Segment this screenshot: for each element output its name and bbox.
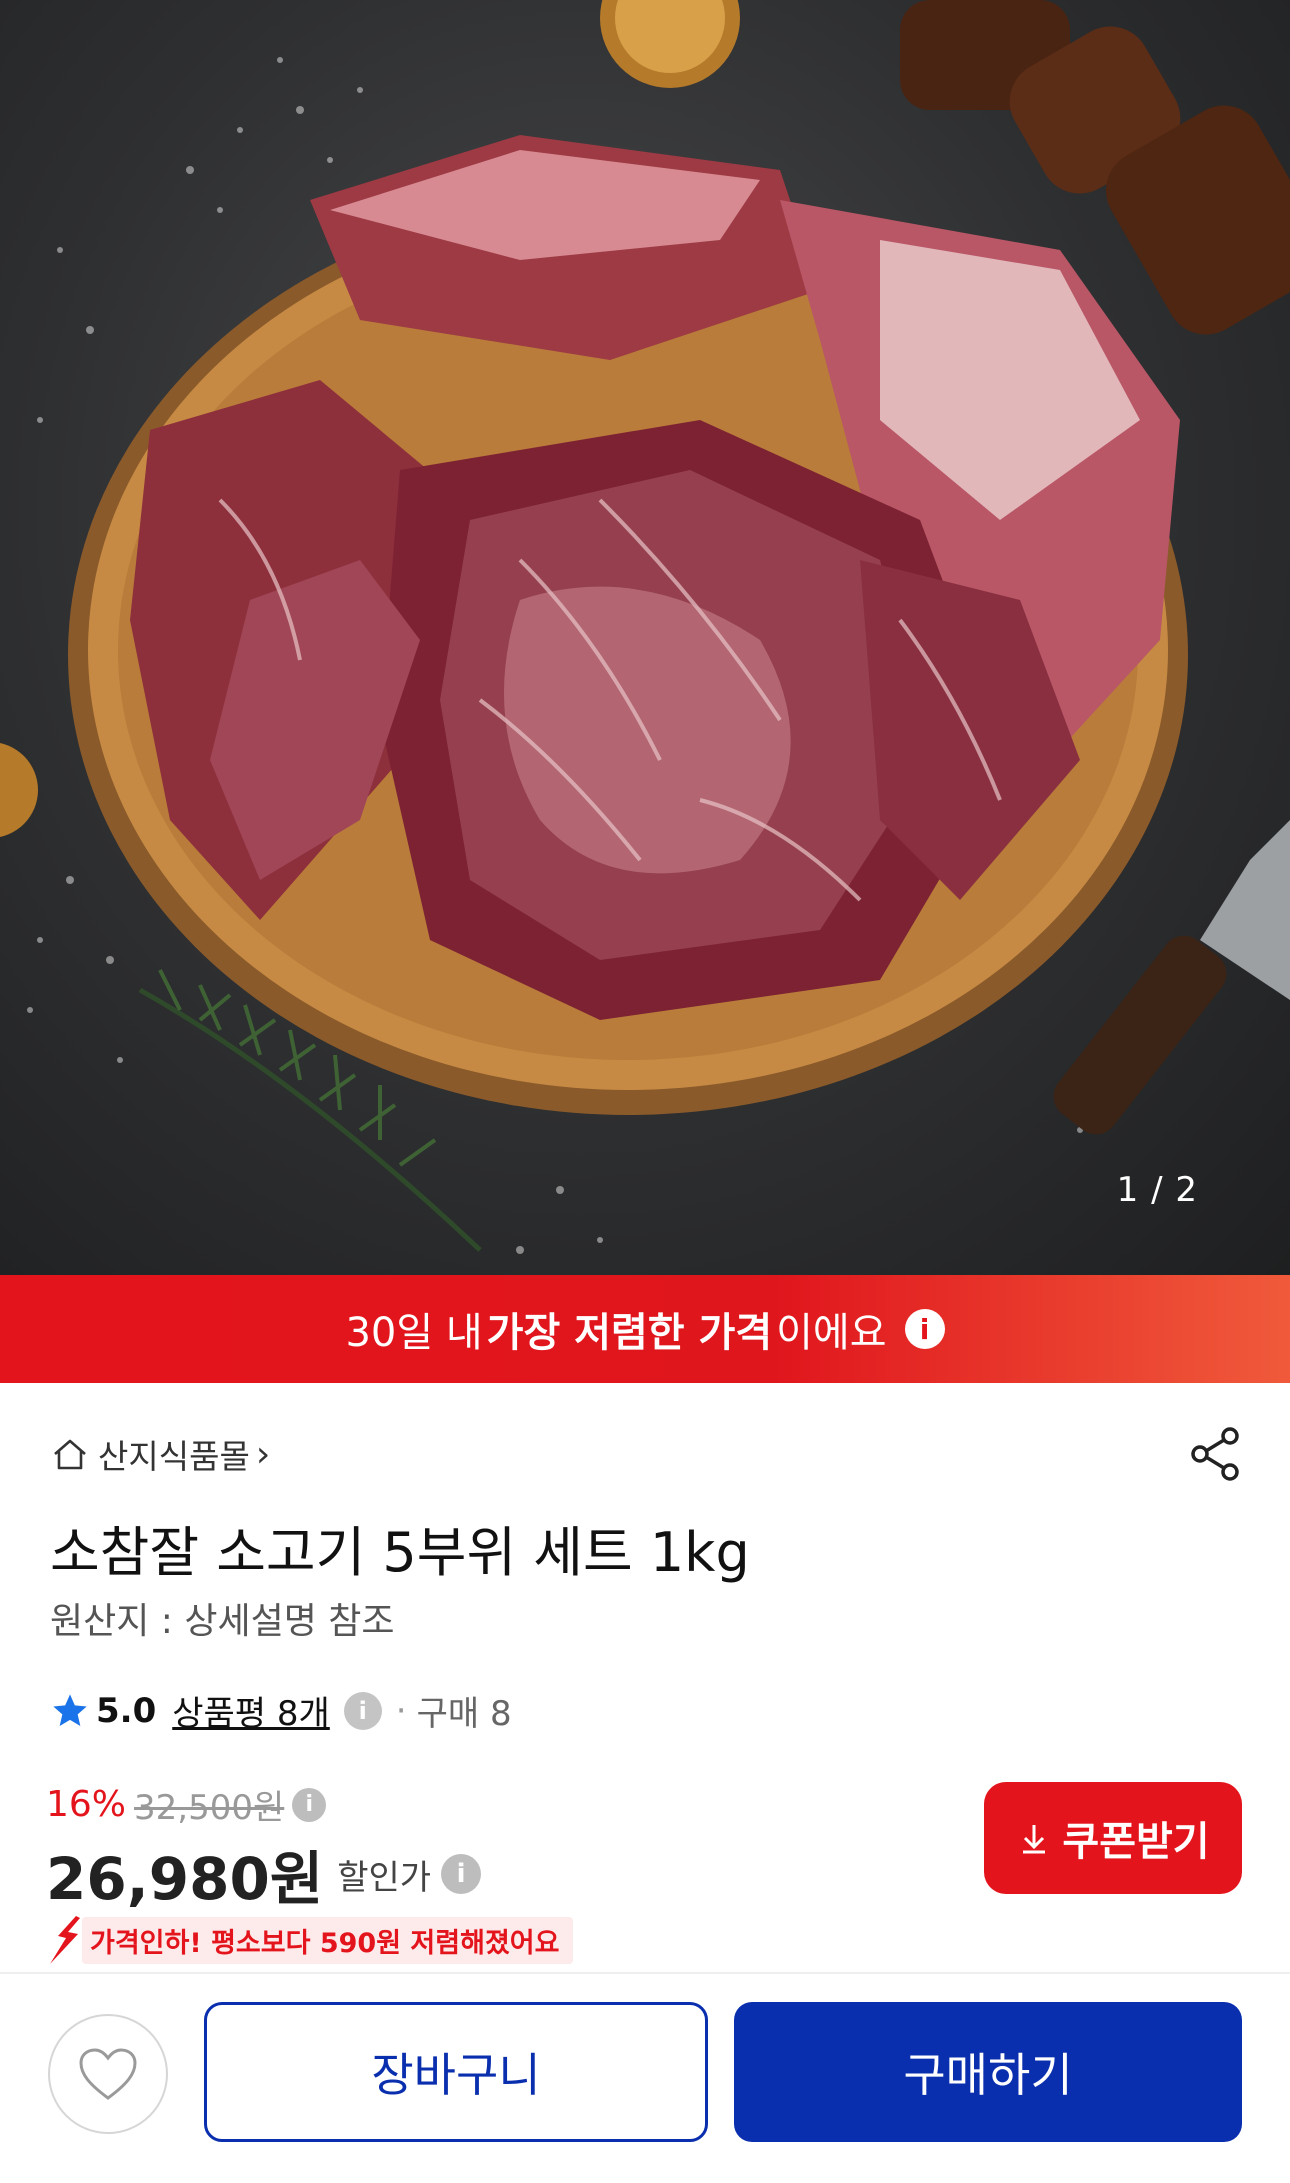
heart-icon (79, 2048, 137, 2100)
sale-price-label: 할인가 (337, 1857, 432, 1898)
store-name: 산지식품몰 (98, 1437, 250, 1476)
image-counter: 1 / 2 (1116, 1170, 1198, 1210)
coupon-button[interactable]: 쿠폰받기 (984, 1782, 1242, 1894)
purchase-count: 구매 8 (416, 1694, 512, 1734)
rating-score: 5.0 (96, 1690, 157, 1731)
store-link[interactable]: 산지식품몰 › (50, 1430, 270, 1478)
add-to-cart-button[interactable]: 장바구니 (204, 2002, 708, 2142)
review-count-link[interactable]: 상품평 8개 (172, 1686, 330, 1735)
chevron-right-icon: › (255, 1433, 271, 1475)
share-icon (1191, 1427, 1239, 1481)
bottom-action-bar: 장바구니 구매하기 (0, 1972, 1290, 2183)
product-title: 소참잘 소고기 5부위 세트 1kg (50, 1521, 750, 1584)
banner-highlight: 가장 저렴한 가격 (486, 1310, 773, 1356)
info-icon[interactable]: i (292, 1787, 327, 1822)
price-original-row: 16% 32,500원 i (46, 1780, 327, 1829)
product-image-gallery[interactable]: 1 / 2 (0, 0, 1290, 1275)
star-icon (53, 1693, 87, 1726)
download-icon (1023, 1825, 1046, 1854)
info-icon[interactable]: i (904, 1309, 945, 1349)
price-down-arrow-icon (50, 1916, 80, 1964)
price-drop-notice: 가격인하! 평소보다 590원 저렴해졌어요 (46, 1914, 574, 1966)
buy-now-button[interactable]: 구매하기 (734, 2002, 1242, 2142)
banner-suffix: 이에요 (776, 1310, 887, 1356)
sale-price: 26,980원 (46, 1845, 324, 1913)
original-price: 32,500원 (134, 1788, 285, 1828)
price-drop-message: 가격인하! 평소보다 590원 저렴해졌어요 (82, 1916, 574, 1964)
info-icon[interactable]: i (441, 1854, 482, 1894)
share-button[interactable] (1186, 1424, 1246, 1488)
lowest-price-banner[interactable]: 30일 내 가장 저렴한 가격 이에요 i (0, 1275, 1290, 1383)
discount-percent: 16% (46, 1784, 127, 1825)
coupon-label: 쿠폰받기 (1062, 1819, 1210, 1865)
banner-prefix: 30일 내 (345, 1310, 483, 1356)
wishlist-button[interactable] (48, 2014, 168, 2134)
rating-row: 5.0 상품평 8개 i · 구매 8 (50, 1686, 512, 1735)
price-main-row: 26,980원 할인가 i (46, 1832, 482, 1916)
info-icon[interactable]: i (343, 1691, 382, 1730)
home-icon (54, 1439, 86, 1470)
separator-dot: · (395, 1690, 407, 1731)
product-image (0, 0, 1290, 1254)
product-origin: 원산지 : 상세설명 참조 (50, 1601, 395, 1642)
